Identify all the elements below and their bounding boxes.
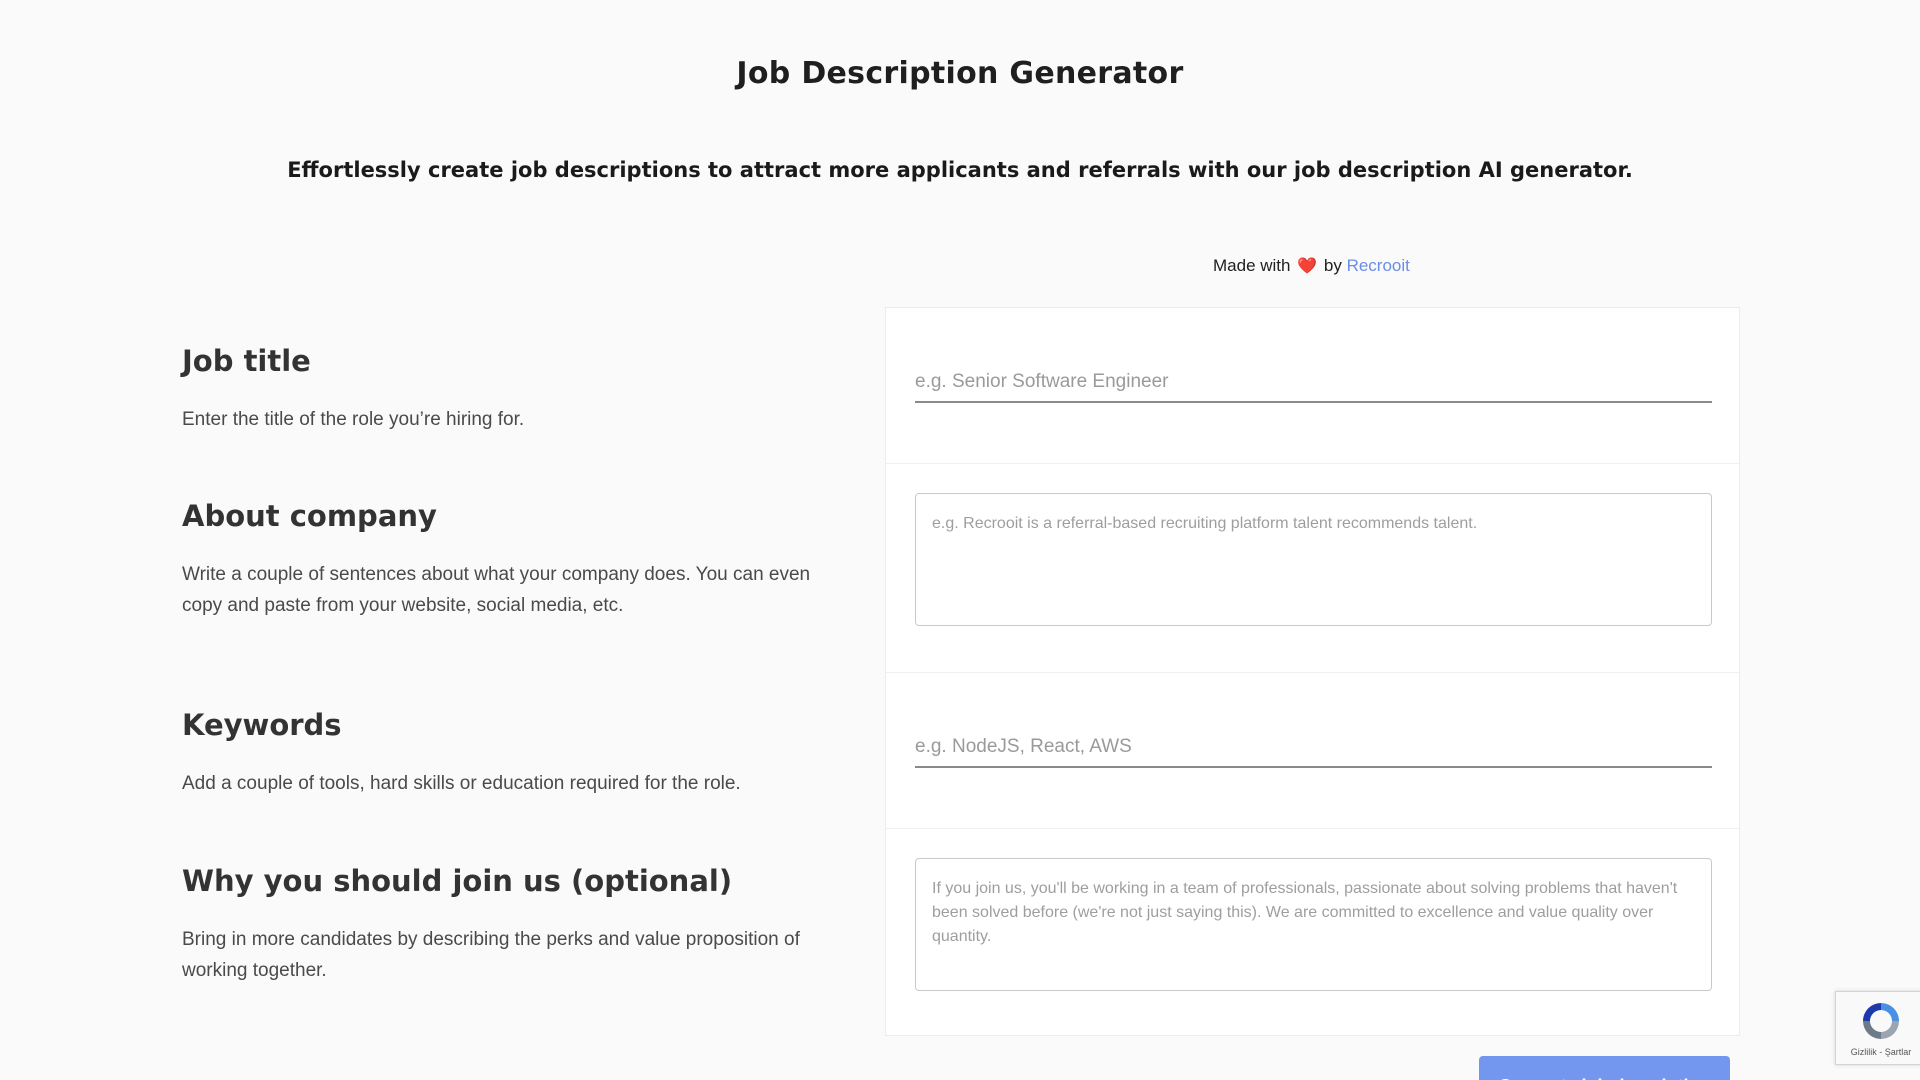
about-company-textarea[interactable] xyxy=(915,493,1712,626)
about-company-label: About company xyxy=(182,499,437,533)
page-subtitle: Effortlessly create job descriptions to … xyxy=(287,158,1633,182)
keywords-section xyxy=(886,672,1739,829)
credit-by: by xyxy=(1323,256,1342,275)
job-title-section xyxy=(886,308,1739,464)
about-company-description: Write a couple of sentences about what y… xyxy=(182,564,811,616)
made-with-credit: Made with ❤️ by Recrooit xyxy=(1213,256,1410,276)
keywords-input[interactable] xyxy=(915,728,1712,768)
why-join-description: Bring in more candidates by describing t… xyxy=(182,929,800,981)
job-title-description: Enter the title of the role you’re hirin… xyxy=(182,409,525,430)
heart-icon: ❤️ xyxy=(1297,258,1318,275)
about-company-section xyxy=(886,463,1739,673)
keywords-description: Add a couple of tools, hard skills or ed… xyxy=(182,773,741,794)
form-card xyxy=(885,307,1740,1036)
job-title-input[interactable] xyxy=(915,363,1712,403)
page: Job Description Generator Effortlessly c… xyxy=(0,0,1920,1080)
page-title: Job Description Generator xyxy=(736,56,1184,91)
why-join-section xyxy=(886,828,1739,1035)
recrooit-link[interactable]: Recrooit xyxy=(1347,256,1410,275)
recaptcha-icon xyxy=(1863,1003,1899,1039)
credit-prefix: Made with xyxy=(1213,256,1291,275)
recaptcha-links[interactable]: Gizlilik - Şartlar xyxy=(1836,1047,1920,1057)
job-title-label: Job title xyxy=(182,344,311,378)
keywords-label: Keywords xyxy=(182,708,342,742)
generate-button[interactable]: Generate job description xyxy=(1479,1056,1730,1080)
recaptcha-badge[interactable]: Gizlilik - Şartlar xyxy=(1835,991,1920,1065)
why-join-label: Why you should join us (optional) xyxy=(182,864,733,898)
why-join-textarea[interactable] xyxy=(915,858,1712,991)
